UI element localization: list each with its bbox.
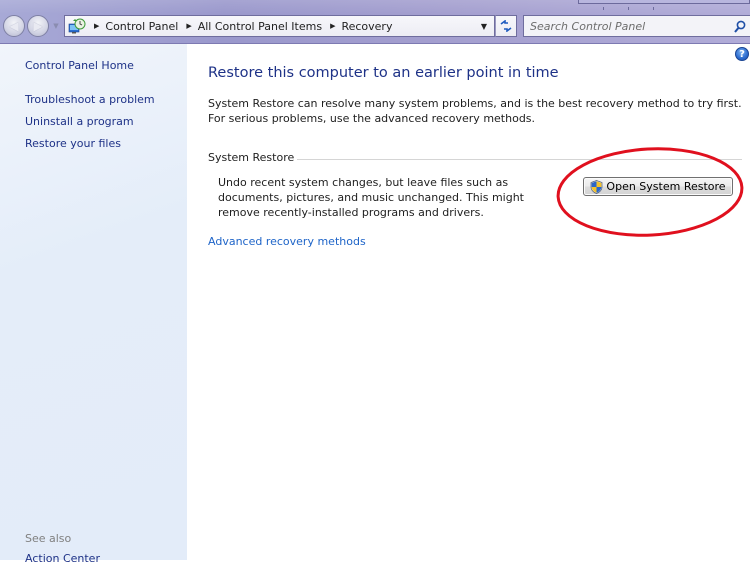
forward-button[interactable]: ▶	[27, 15, 49, 37]
breadcrumb-control-panel[interactable]: Control Panel	[105, 20, 178, 33]
explorer-toolbar: ◀ ▶ ▼ ▶ Control Panel ▶ All Control Pane…	[0, 0, 750, 44]
breadcrumb-separator-icon[interactable]: ▶	[186, 22, 191, 30]
uac-shield-icon	[591, 179, 603, 194]
refresh-button[interactable]	[495, 15, 517, 37]
back-button[interactable]: ◀	[3, 15, 25, 37]
breadcrumb-recovery[interactable]: Recovery	[341, 20, 392, 33]
address-bar[interactable]: ▶ Control Panel ▶ All Control Panel Item…	[64, 15, 495, 37]
open-system-restore-button[interactable]: Open System Restore	[583, 177, 733, 196]
open-system-restore-label: Open System Restore	[606, 180, 726, 193]
breadcrumb-separator-icon[interactable]: ▶	[330, 22, 335, 30]
address-history-dropdown[interactable]: ▼	[474, 16, 494, 36]
sidebar-item-restore-files[interactable]: Restore your files	[25, 137, 121, 150]
search-icon[interactable]	[734, 20, 746, 33]
breadcrumb-separator-icon[interactable]: ▶	[94, 22, 99, 30]
system-restore-description: Undo recent system changes, but leave fi…	[218, 176, 524, 219]
recent-pages-dropdown[interactable]: ▼	[51, 21, 61, 31]
sidebar-item-control-panel-home[interactable]: Control Panel Home	[25, 59, 134, 72]
chevron-down-icon: ▼	[480, 21, 488, 31]
page-title: Restore this computer to an earlier poin…	[208, 65, 559, 81]
system-restore-group-label: System Restore	[208, 151, 298, 164]
see-also-item-action-center[interactable]: Action Center	[25, 552, 100, 565]
breadcrumb-all-items[interactable]: All Control Panel Items	[198, 20, 322, 33]
search-input[interactable]	[524, 19, 724, 33]
arrow-right-icon: ▶	[33, 19, 43, 33]
help-icon[interactable]: ?	[735, 47, 749, 61]
control-panel-icon	[68, 18, 86, 34]
search-box[interactable]	[523, 15, 750, 37]
sidebar: Control Panel Home Troubleshoot a proble…	[0, 44, 187, 565]
group-divider	[287, 159, 742, 160]
window-caption-buttons	[578, 0, 750, 10]
advanced-recovery-link[interactable]: Advanced recovery methods	[208, 235, 366, 248]
intro-text: System Restore can resolve many system p…	[208, 97, 742, 125]
sidebar-item-troubleshoot[interactable]: Troubleshoot a problem	[25, 93, 155, 106]
see-also-heading: See also	[25, 532, 72, 545]
sidebar-item-uninstall-program[interactable]: Uninstall a program	[25, 115, 134, 128]
arrow-left-icon: ◀	[9, 19, 19, 33]
refresh-icon	[500, 20, 512, 32]
main-content: ? Restore this computer to an earlier po…	[187, 44, 750, 560]
